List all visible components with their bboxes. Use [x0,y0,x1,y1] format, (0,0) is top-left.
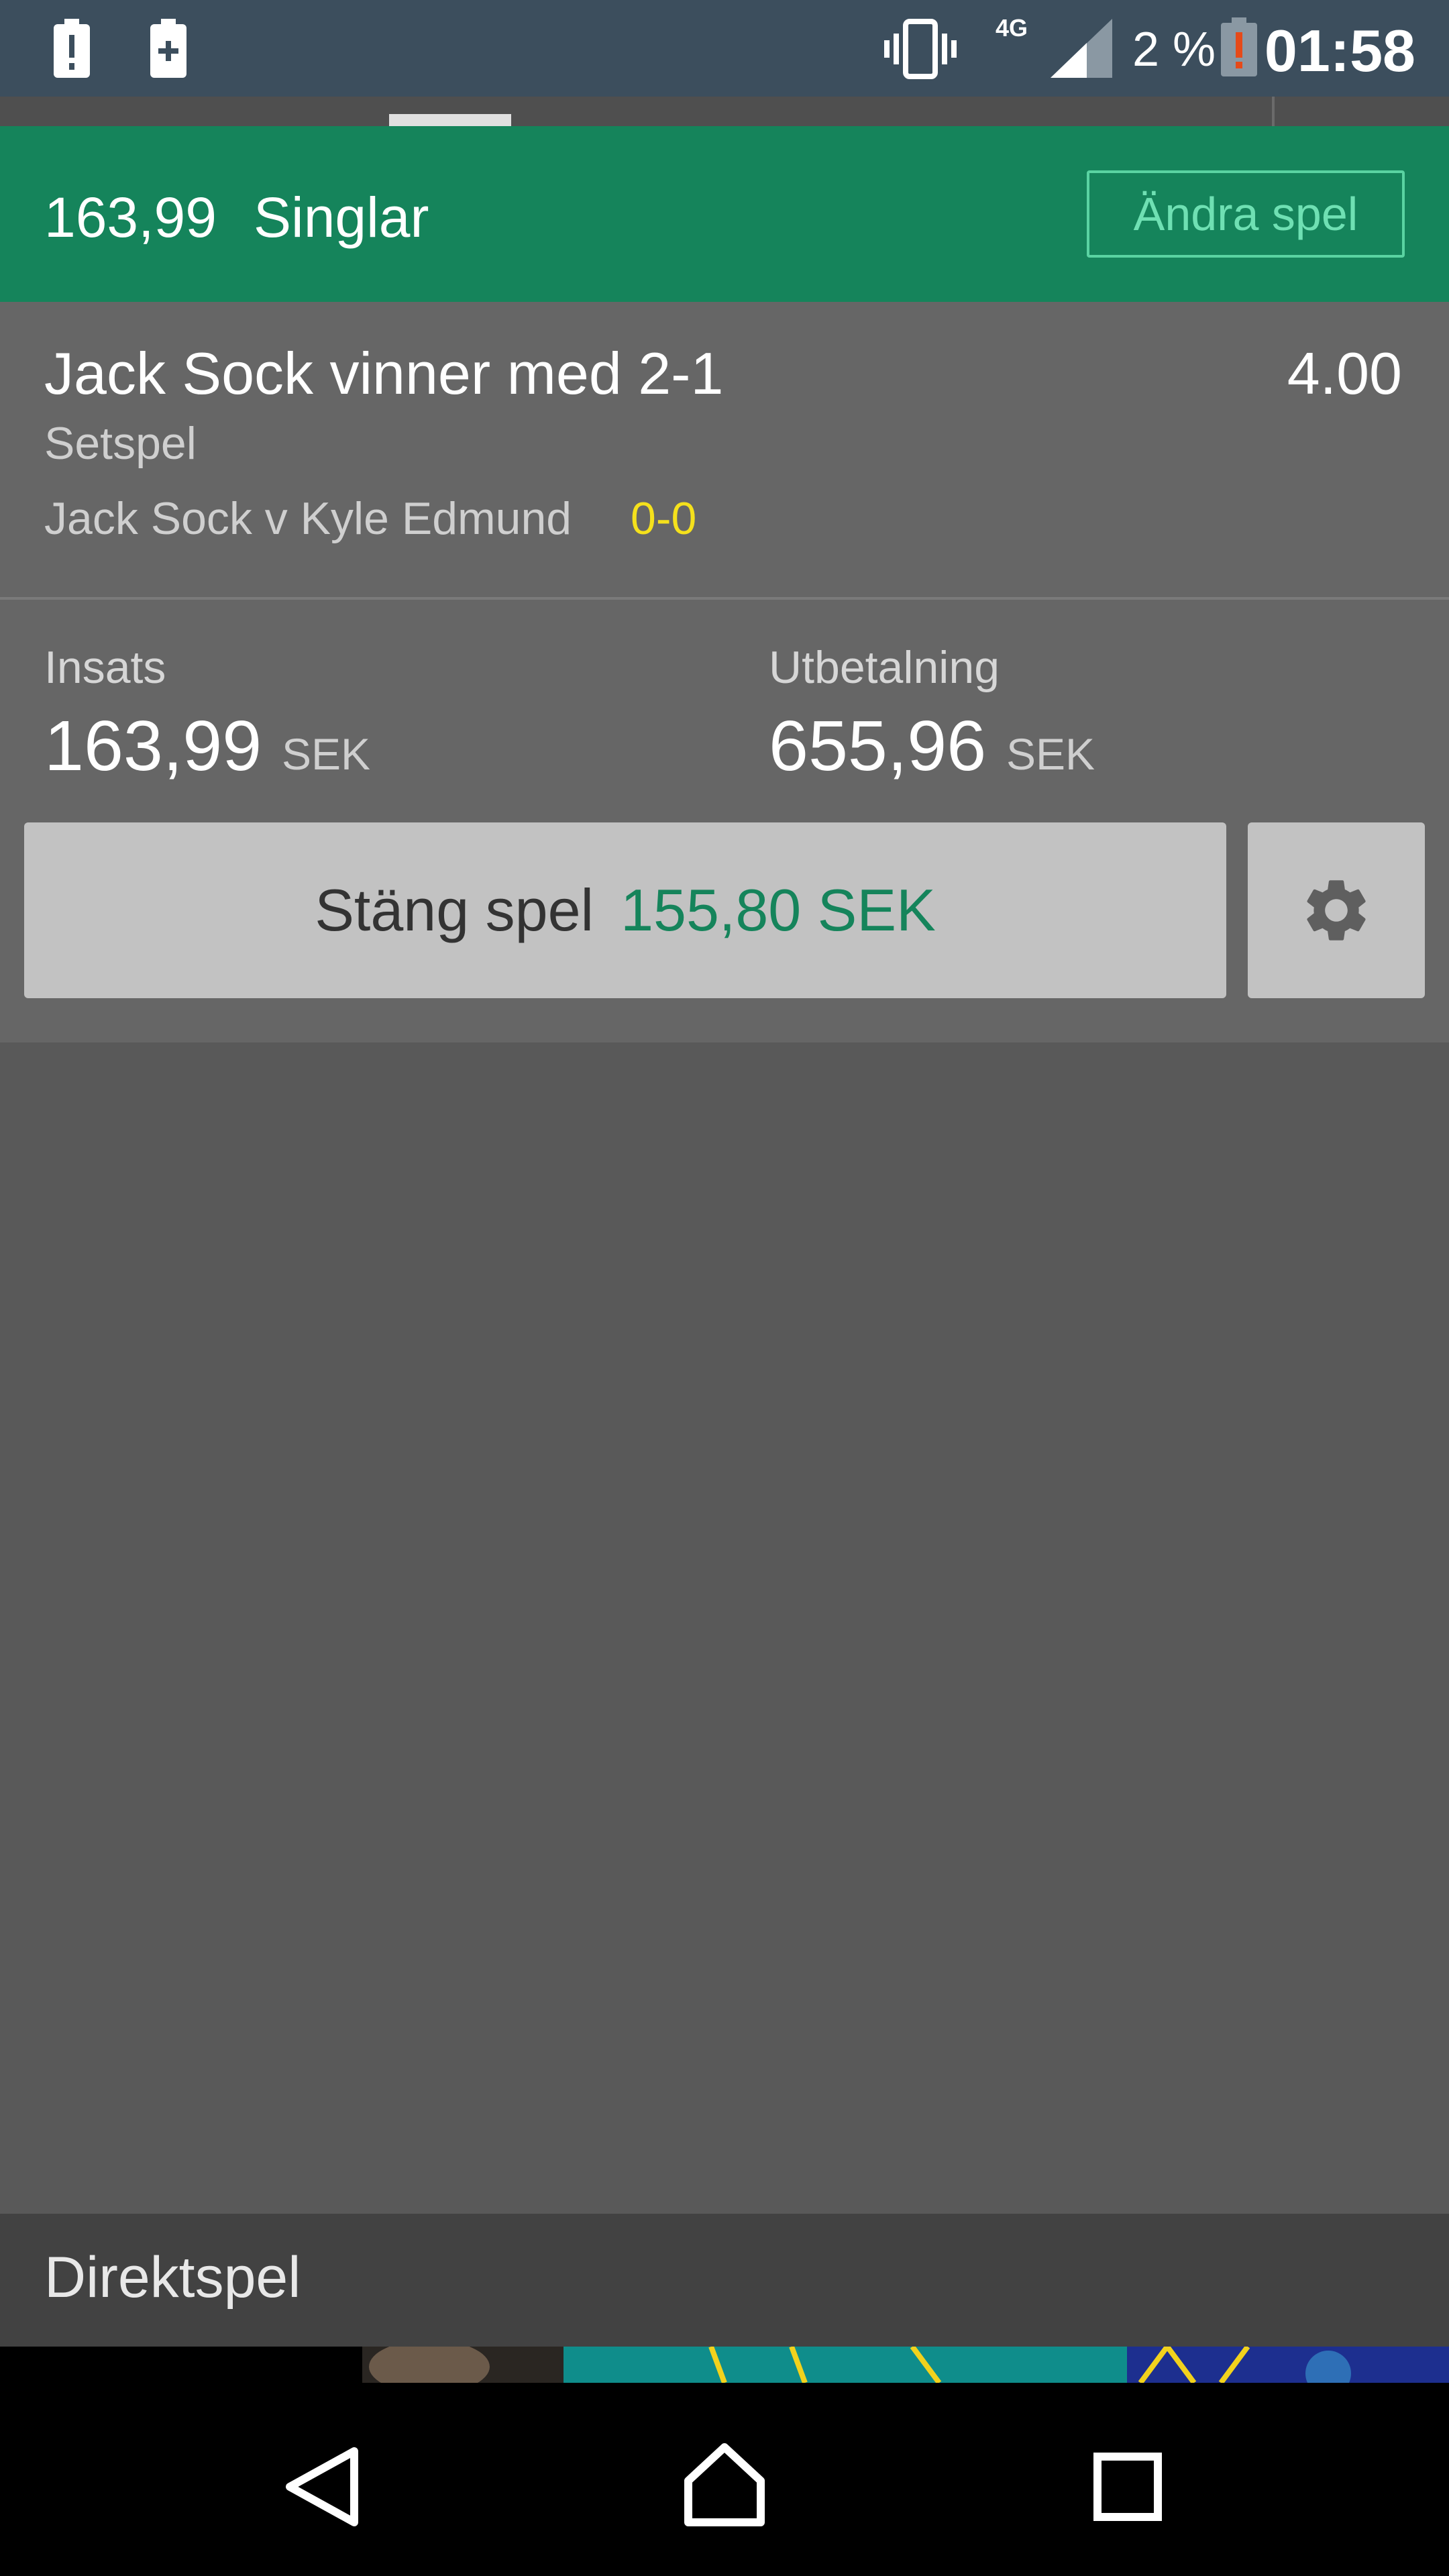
header-stake: 163,99 [44,186,217,249]
edit-bet-button[interactable]: Ändra spel [1087,170,1405,258]
recents-icon[interactable] [1093,2453,1162,2521]
payout-amount: 655,96 [769,706,987,786]
cashout-settings-button[interactable] [1248,822,1425,998]
network-type: 4G [996,14,1028,42]
home-icon[interactable] [682,2442,767,2526]
battery-plus-icon [150,19,186,78]
header-bet-type: Singlar [254,186,429,249]
card-divider [0,597,1449,600]
battery-percent: 2 % [1132,23,1216,76]
selection-title: Jack Sock vinner med 2-1 [44,340,724,407]
tab-strip [0,97,1449,126]
battery-low-icon [1221,17,1257,76]
vibrate-icon [884,19,957,79]
alert-icon [54,19,90,78]
gear-icon [1307,880,1366,941]
cashout-label: Stäng spel [315,877,594,943]
odds-value: 4.00 [1287,340,1402,407]
signal-icon [1051,19,1112,78]
clock: 01:58 [1264,17,1415,84]
back-icon[interactable] [284,2447,360,2526]
market-name: Setspel [44,418,197,469]
live-section-title: Direktspel [44,2245,301,2310]
cashout-button[interactable]: Stäng spel 155,80 SEK [24,822,1226,998]
cashout-amount: 155,80 SEK [621,877,936,943]
stake-currency: SEK [282,729,371,779]
payout-label: Utbetalning [769,642,1000,693]
event-name: Jack Sock v Kyle Edmund [44,493,572,544]
tab-indicator [389,114,511,126]
stake-label: Insats [44,642,166,693]
payout-currency: SEK [1006,729,1095,779]
stake-amount: 163,99 [44,706,262,786]
promo-banner-image [0,2347,1449,2383]
promo-banner-strip[interactable] [0,2347,1449,2383]
tab-divider [1272,97,1275,126]
event-score: 0-0 [631,493,697,544]
